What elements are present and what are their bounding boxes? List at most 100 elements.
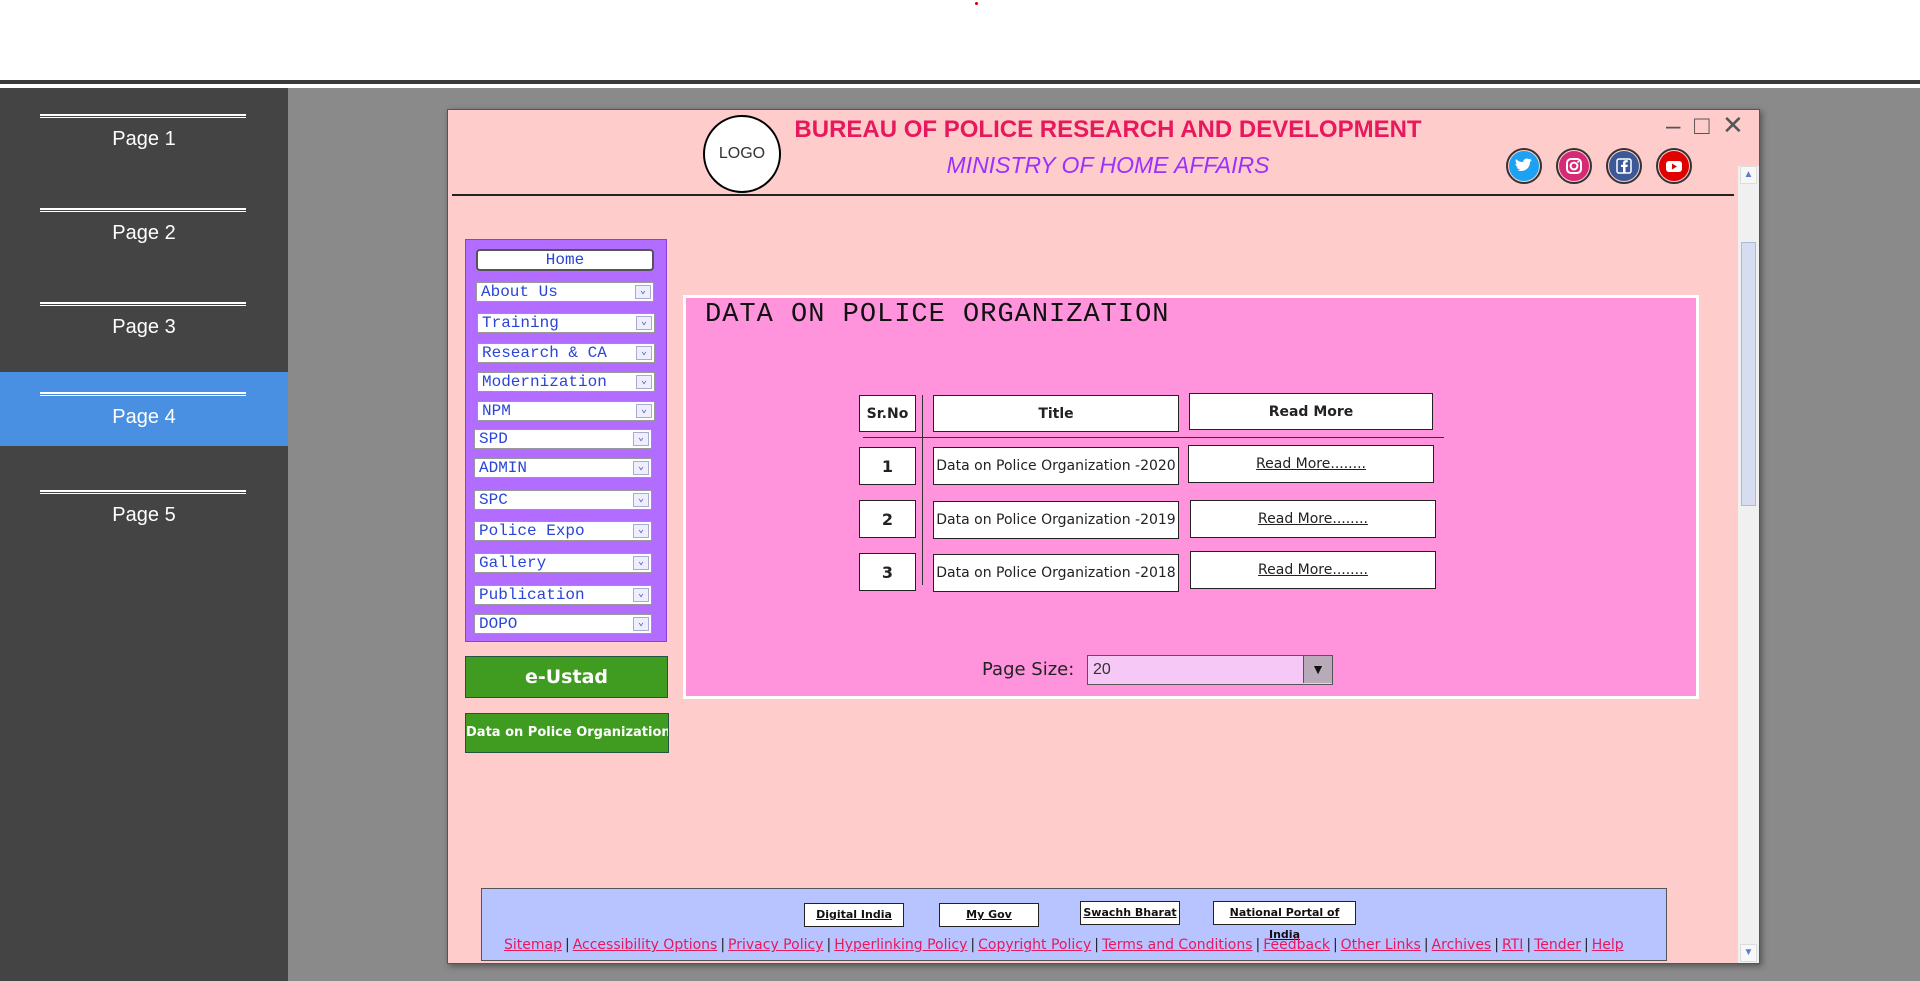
menu-item-modernization[interactable]: Modernization ⌄ <box>477 372 655 392</box>
page-label: Page 2 <box>112 222 176 244</box>
chevron-down-icon[interactable]: ⌄ <box>635 285 651 299</box>
page-thumbnail <box>40 392 246 396</box>
footer-link-copyright[interactable]: Copyright Policy <box>978 937 1091 953</box>
menu-item-label: Publication <box>479 586 585 604</box>
read-more-link[interactable]: Read More........ <box>1190 500 1436 538</box>
column-header-read-more: Read More <box>1189 393 1433 430</box>
scroll-up-icon[interactable]: ▲ <box>1740 166 1757 184</box>
youtube-icon[interactable] <box>1656 148 1692 184</box>
page-thumbnail <box>40 490 246 494</box>
national-portal-button[interactable]: National Portal of India <box>1213 901 1356 941</box>
header-divider <box>452 194 1734 196</box>
menu-item-label: Gallery <box>479 554 547 572</box>
chevron-down-icon[interactable]: ⌄ <box>633 556 649 570</box>
mockup-window: LOGO BUREAU OF POLICE RESEARCH AND DEVEL… <box>447 109 1760 964</box>
site-title: BUREAU OF POLICE RESEARCH AND DEVELOPMEN… <box>794 116 1422 143</box>
chevron-down-icon[interactable]: ⌄ <box>633 524 649 538</box>
home-button[interactable]: Home <box>476 249 654 271</box>
menu-item-training[interactable]: Training ⌄ <box>477 313 655 333</box>
table-cell-sr: 1 <box>859 447 916 485</box>
link-separator: | <box>1583 937 1589 953</box>
read-more-link[interactable]: Read More........ <box>1188 445 1434 483</box>
chevron-down-icon[interactable]: ⌄ <box>633 617 649 631</box>
link-separator: | <box>720 937 726 953</box>
chevron-down-icon[interactable]: ⌄ <box>636 375 652 389</box>
footer-link-privacy[interactable]: Privacy Policy <box>728 937 823 953</box>
close-icon[interactable]: ✕ <box>1722 112 1744 138</box>
menu-item-dopo[interactable]: DOPO ⌄ <box>474 614 652 634</box>
e-ustad-button[interactable]: e-Ustad <box>465 656 668 698</box>
footer-link-accessibility[interactable]: Accessibility Options <box>573 937 718 953</box>
table-cell-title: Data on Police Organization -2018 <box>933 554 1179 592</box>
footer-link-help[interactable]: Help <box>1592 937 1624 953</box>
instagram-icon[interactable] <box>1556 148 1592 184</box>
chevron-down-icon[interactable]: ⌄ <box>633 493 649 507</box>
link-separator: | <box>1526 937 1532 953</box>
table-cell-sr: 3 <box>859 553 916 591</box>
chevron-down-icon[interactable]: ⌄ <box>633 588 649 602</box>
page-size-label: Page Size: <box>982 659 1075 680</box>
page-item-5[interactable]: Page 5 <box>0 472 288 546</box>
link-separator: | <box>564 937 570 953</box>
menu-item-spd[interactable]: SPD ⌄ <box>474 429 652 449</box>
chevron-down-icon[interactable]: ⌄ <box>636 404 652 418</box>
footer-link-feedback[interactable]: Feedback <box>1263 937 1330 953</box>
link-separator: | <box>826 937 832 953</box>
page-size-select[interactable]: 20 ▼ <box>1087 655 1333 685</box>
chevron-down-icon[interactable]: ⌄ <box>633 432 649 446</box>
menu-item-about-us[interactable]: About Us ⌄ <box>476 282 654 302</box>
swachh-bharat-button[interactable]: Swachh Bharat <box>1080 901 1180 925</box>
menu-item-label: SPD <box>479 430 508 448</box>
my-gov-button[interactable]: My Gov <box>939 903 1039 927</box>
footer-links: Sitemap | Accessibility Options | Privacy Po… <box>504 937 1654 953</box>
menu-item-admin[interactable]: ADMIN ⌄ <box>474 458 652 478</box>
scroll-down-icon[interactable]: ▼ <box>1740 944 1757 962</box>
site-subtitle: MINISTRY OF HOME AFFAIRS <box>946 152 1270 178</box>
page-thumbnail <box>40 302 246 306</box>
page-label: Page 5 <box>112 504 176 526</box>
chevron-down-icon[interactable]: ⌄ <box>636 316 652 330</box>
footer-link-tender[interactable]: Tender <box>1534 937 1581 953</box>
menu-item-spc[interactable]: SPC ⌄ <box>474 490 652 510</box>
page-item-3[interactable]: Page 3 <box>0 284 288 358</box>
facebook-icon[interactable] <box>1606 148 1642 184</box>
menu-item-label: SPC <box>479 491 508 509</box>
chevron-down-icon[interactable]: ⌄ <box>633 461 649 475</box>
logo: LOGO <box>703 115 781 193</box>
menu-item-label: Police Expo <box>479 522 585 540</box>
page-item-2[interactable]: Page 2 <box>0 190 288 264</box>
link-separator: | <box>1332 937 1338 953</box>
chevron-down-icon[interactable]: ⌄ <box>636 346 652 360</box>
vertical-scrollbar[interactable]: ▲ ▼ <box>1738 166 1759 963</box>
dropdown-arrow-icon[interactable]: ▼ <box>1303 656 1332 683</box>
twitter-icon[interactable] <box>1506 148 1542 184</box>
footer-link-rti[interactable]: RTI <box>1502 937 1523 953</box>
read-more-link[interactable]: Read More........ <box>1190 551 1436 589</box>
page-item-4[interactable]: Page 4 <box>0 372 288 446</box>
footer-link-sitemap[interactable]: Sitemap <box>504 937 562 953</box>
menu-item-gallery[interactable]: Gallery ⌄ <box>474 553 652 573</box>
minimize-icon[interactable]: – <box>1666 112 1680 138</box>
main-menu: Home About Us ⌄ Training ⌄ Research & CA ⌄ … <box>465 239 667 642</box>
menu-item-police-expo[interactable]: Police Expo ⌄ <box>474 521 652 541</box>
table-cell-sr: 2 <box>859 500 916 538</box>
menu-item-research[interactable]: Research & CA ⌄ <box>477 343 655 363</box>
scroll-thumb[interactable] <box>1741 242 1756 506</box>
column-header-sr-no: Sr.No <box>859 395 916 432</box>
menu-item-label: ADMIN <box>479 459 528 477</box>
footer-link-terms[interactable]: Terms and Conditions <box>1102 937 1253 953</box>
page-item-1[interactable]: Page 1 <box>0 96 288 170</box>
footer-link-hyperlinking[interactable]: Hyperlinking Policy <box>834 937 967 953</box>
link-separator: | <box>1094 937 1099 953</box>
maximize-icon[interactable]: □ <box>1694 112 1710 138</box>
page-size-value: 20 <box>1093 661 1111 678</box>
menu-item-npm[interactable]: NPM ⌄ <box>477 401 655 421</box>
menu-item-publication[interactable]: Publication ⌄ <box>474 585 652 605</box>
footer-link-other[interactable]: Other Links <box>1341 937 1421 953</box>
pages-sidebar: Page 1 Page 2 Page 3 Page 4 Page 5 <box>0 88 288 981</box>
footer-link-archives[interactable]: Archives <box>1432 937 1492 953</box>
data-on-police-organization-button[interactable]: Data on Police Organization <box>465 713 669 753</box>
digital-india-button[interactable]: Digital India <box>804 903 904 927</box>
page-label: Page 1 <box>112 128 176 150</box>
table-divider-horizontal <box>863 437 1444 438</box>
